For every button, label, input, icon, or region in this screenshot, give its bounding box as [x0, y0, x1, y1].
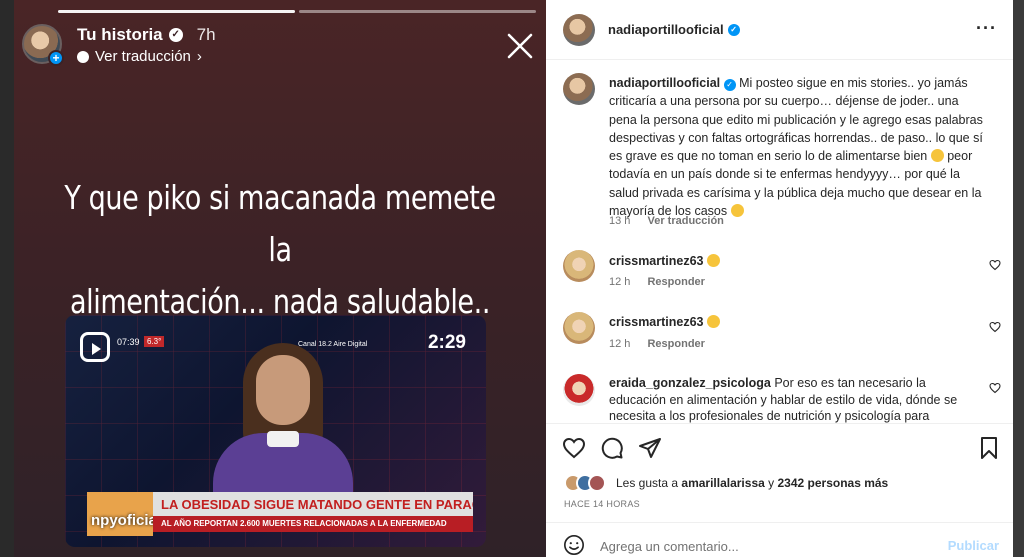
liker-username[interactable]: amarillalarissa: [681, 476, 764, 490]
translate-label: Ver traducción: [95, 48, 191, 65]
presenter-face: [256, 355, 310, 425]
comment-username[interactable]: crissmartinez63: [609, 254, 704, 268]
instagram-viewer: + Tu historia ✓ 7h Ver traducción › Y qu…: [0, 0, 1024, 557]
author-avatar[interactable]: [563, 14, 595, 46]
story-panel[interactable]: + Tu historia ✓ 7h Ver traducción › Y qu…: [14, 0, 546, 557]
background-edge: [1013, 0, 1024, 557]
share-icon[interactable]: [638, 436, 662, 460]
comment-text: eraida_gonzalez_psicologa Por eso es tan…: [609, 375, 979, 423]
commenter-avatar[interactable]: [563, 250, 595, 282]
news-headline: LA OBESIDAD SIGUE MATANDO GENTE EN PARAG…: [153, 492, 473, 516]
comment-input[interactable]: [600, 537, 930, 555]
star-eyes-emoji-icon: [707, 254, 720, 267]
comment-username[interactable]: eraida_gonzalez_psicologa: [609, 376, 771, 390]
post-actions: [546, 423, 1013, 469]
liker-avatar: [588, 474, 606, 492]
reply-button[interactable]: Responder: [647, 338, 704, 350]
caption-avatar[interactable]: [563, 73, 595, 105]
channel-logo-text: npyoficial: [91, 512, 162, 529]
commenter-avatar[interactable]: [563, 312, 595, 344]
presenter-collar: [267, 431, 299, 447]
video-temp: 6.3°: [144, 336, 165, 347]
post-panel: nadiaportillooficial ✓ ··· nadiaportillo…: [546, 0, 1013, 557]
sad-emoji-icon: [930, 149, 944, 163]
author-username[interactable]: nadiaportillooficial: [608, 22, 724, 37]
reel-icon: [80, 332, 110, 362]
comment-meta: 12 h Responder: [609, 338, 719, 350]
publish-button[interactable]: Publicar: [948, 538, 999, 553]
caption-meta: 13 h Ver traducción: [609, 215, 738, 227]
story-text-line: Y que piko si macanada memete la: [64, 178, 496, 269]
comment-meta: 12 h Responder: [609, 276, 719, 288]
emoji-picker-icon[interactable]: [563, 534, 585, 556]
likes-summary[interactable]: Les gusta a amarillalarissa y 2342 perso…: [564, 474, 888, 492]
clap-emoji-icon: [707, 315, 720, 328]
story-translate-link[interactable]: Ver traducción ›: [77, 48, 202, 65]
see-translation-link[interactable]: Ver traducción: [647, 215, 723, 227]
story-header: Tu historia ✓ 7h: [77, 25, 216, 45]
caption-username[interactable]: nadiaportillooficial: [609, 76, 720, 90]
story-avatar[interactable]: +: [22, 24, 64, 66]
presenter-image: [203, 343, 363, 523]
comment-icon[interactable]: [600, 436, 624, 460]
progress-segment: [299, 10, 536, 13]
comment-bar: Publicar: [546, 522, 1013, 557]
like-comment-icon[interactable]: [989, 259, 1001, 271]
progress-segment: [58, 10, 295, 13]
video-duration: 2:29: [427, 332, 466, 353]
commenter-avatar[interactable]: [563, 374, 595, 406]
comment-text: crissmartinez63: [609, 253, 979, 270]
caption-time: 13 h: [609, 215, 631, 227]
author-name-row: nadiaportillooficial ✓: [608, 22, 740, 37]
close-icon[interactable]: [504, 30, 536, 62]
comment-username[interactable]: crissmartinez63: [609, 315, 704, 329]
like-comment-icon[interactable]: [989, 321, 1001, 333]
likes-count[interactable]: 2342 personas más: [777, 476, 888, 490]
add-story-icon[interactable]: +: [48, 50, 64, 66]
chevron-right-icon: ›: [196, 48, 202, 65]
post-caption: nadiaportillooficial ✓ Mi posteo sigue e…: [609, 74, 989, 220]
post-header: nadiaportillooficial ✓ ···: [546, 0, 1013, 60]
like-icon[interactable]: [562, 436, 586, 460]
background-edge: [0, 0, 14, 557]
reply-button[interactable]: Responder: [647, 276, 704, 288]
shared-reel[interactable]: 07:39 6.3° Canal 18.2 Aire Digital 2:29 …: [65, 315, 486, 547]
comment-text: crissmartinez63: [609, 314, 979, 331]
likes-text: Les gusta a amarillalarissa y 2342 perso…: [616, 476, 888, 490]
comment-time: 12 h: [609, 338, 631, 350]
verified-icon: ✓: [727, 23, 740, 36]
translate-icon: [77, 50, 89, 63]
story-time: 7h: [196, 25, 216, 44]
like-comment-icon[interactable]: [989, 382, 1001, 394]
news-subline: AL AÑO REPORTAN 2.600 MUERTES RELACIONAD…: [153, 516, 473, 532]
story-username[interactable]: Tu historia: [77, 25, 163, 45]
more-options-button[interactable]: ···: [976, 18, 997, 39]
video-clock: 07:39: [117, 337, 140, 347]
likes-conj: y: [768, 476, 775, 490]
post-timestamp: HACE 14 HORAS: [564, 499, 640, 509]
verified-icon: ✓: [168, 28, 183, 42]
verified-icon: ✓: [723, 79, 736, 91]
story-progress: [58, 10, 536, 13]
save-icon[interactable]: [977, 436, 1001, 460]
likes-prefix: Les gusta a: [616, 476, 679, 490]
news-lower-third: npyoficial LA OBESIDAD SIGUE MATANDO GEN…: [87, 490, 473, 536]
comment-time: 12 h: [609, 276, 631, 288]
